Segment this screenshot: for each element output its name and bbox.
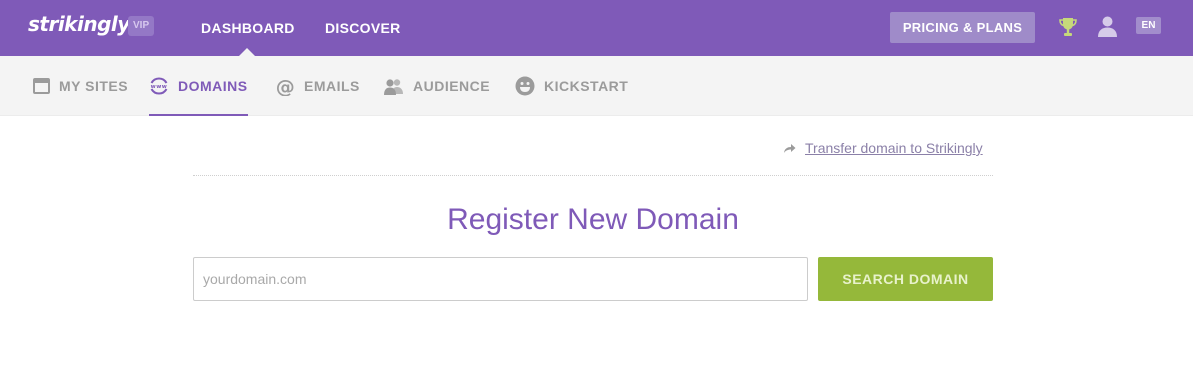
subnav-audience-label: AUDIENCE xyxy=(413,78,491,94)
pricing-plans-button[interactable]: PRICING & PLANS xyxy=(890,12,1035,43)
people-icon xyxy=(384,78,403,95)
svg-text:@: @ xyxy=(276,77,295,96)
subnav-audience[interactable]: AUDIENCE xyxy=(383,56,490,116)
page-title: Register New Domain xyxy=(447,203,739,236)
active-tab-underline xyxy=(149,114,248,116)
transfer-domain[interactable]: Transfer domain to Strikingly xyxy=(783,139,983,157)
at-sign-icon: @ xyxy=(276,77,295,96)
subnav-kickstart[interactable]: KICKSTART xyxy=(515,56,628,116)
subnav-kickstart-label: KICKSTART xyxy=(544,78,629,94)
subnav-my-sites[interactable]: MY SITES xyxy=(33,56,128,116)
browser-window-icon xyxy=(33,78,50,94)
nav-discover[interactable]: DISCOVER xyxy=(325,0,401,56)
svg-text:www: www xyxy=(151,84,168,90)
user-icon[interactable] xyxy=(1097,15,1118,37)
domain-search-input[interactable] xyxy=(193,257,808,301)
www-globe-icon: www xyxy=(150,77,168,95)
trophy-icon[interactable] xyxy=(1058,16,1078,38)
subnav-domains-label: DOMAINS xyxy=(178,78,248,94)
subnav-my-sites-label: MY SITES xyxy=(59,78,129,94)
search-domain-button[interactable]: SEARCH DOMAIN xyxy=(818,257,993,301)
subnav-emails-label: EMAILS xyxy=(304,78,360,94)
transfer-domain-link[interactable]: Transfer domain to Strikingly xyxy=(805,140,983,156)
top-navigation-bar: strikingly VIP DASHBOARD DISCOVER PRICIN… xyxy=(0,0,1193,57)
subnav-emails[interactable]: @ EMAILS xyxy=(276,56,360,116)
language-selector[interactable]: EN xyxy=(1136,17,1161,34)
blank-pill-placeholder xyxy=(640,125,778,165)
smiley-face-icon xyxy=(515,76,535,96)
share-arrow-icon xyxy=(784,143,796,153)
strikingly-logo[interactable]: strikingly xyxy=(28,12,130,36)
subnav-domains[interactable]: www DOMAINS xyxy=(149,56,248,116)
dotted-divider xyxy=(193,175,993,176)
vip-badge: VIP xyxy=(128,16,155,36)
sub-navigation: MY SITES www DOMAINS @ EMAILS AUDIENCE K… xyxy=(0,56,1193,165)
